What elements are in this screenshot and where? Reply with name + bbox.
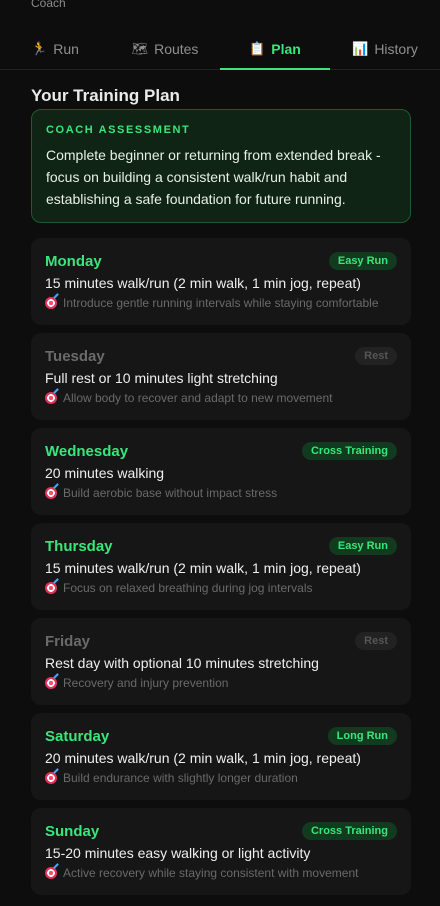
target-icon [45,772,57,784]
day-name: Saturday [45,727,110,745]
day-name: Thursday [45,537,113,555]
day-card-monday: Monday Easy Run 15 minutes walk/run (2 m… [31,238,411,325]
tab-run[interactable]: 🏃 Run [0,28,110,69]
assessment-label: COACH ASSESSMENT [46,124,191,136]
tab-bar: 🏃 Run 🗺 Routes 📋 Plan 📊 History [0,28,440,70]
workout-description: 15 minutes walk/run (2 min walk, 1 min j… [45,275,361,291]
day-name: Tuesday [45,347,105,365]
target-icon [45,297,57,309]
workout-type-badge: Cross Training [301,442,397,460]
assessment-text: Complete beginner or returning from exte… [46,147,381,207]
tab-history[interactable]: 📊 History [330,28,440,69]
tab-run-label: Run [53,40,79,57]
day-card-tuesday: Tuesday Rest Full rest or 10 minutes lig… [31,333,411,420]
workout-description: 15-20 minutes easy walking or light acti… [45,845,311,861]
day-card-saturday: Saturday Long Run 20 minutes walk/run (2… [31,713,411,800]
workout-description: 15 minutes walk/run (2 min walk, 1 min j… [45,560,361,576]
workout-type-badge: Long Run [327,727,397,745]
workout-tip: Introduce gentle running intervals while… [63,296,379,310]
workout-description: Rest day with optional 10 minutes stretc… [45,655,319,671]
day-name: Friday [45,632,91,650]
day-card-friday: Friday Rest Rest day with optional 10 mi… [31,618,411,705]
target-icon [45,392,57,404]
tab-history-label: History [374,40,418,57]
day-card-wednesday: Wednesday Cross Training 20 minutes walk… [31,428,411,515]
tab-routes-label: Routes [154,40,199,57]
target-icon [45,867,57,879]
workout-tip: Active recovery while staying consistent… [63,866,359,880]
day-card-sunday: Sunday Cross Training 15-20 minutes easy… [31,808,411,895]
app-subtitle: Coach [31,0,66,10]
workout-tip: Build aerobic base without impact stress [63,486,278,500]
workout-description: 20 minutes walking [45,465,165,481]
workout-type-badge: Rest [355,347,397,365]
page-title: Your Training Plan [31,86,180,105]
target-icon [45,582,57,594]
tab-plan[interactable]: 📋 Plan [220,28,330,70]
day-card-thursday: Thursday Easy Run 15 minutes walk/run (2… [31,523,411,610]
clipboard-icon: 📋 [249,40,266,56]
workout-type-badge: Cross Training [301,822,397,840]
workout-tip: Build endurance with slightly longer dur… [63,771,298,785]
workout-description: 20 minutes walk/run (2 min walk, 1 min j… [45,750,361,766]
coach-assessment-card: COACH ASSESSMENT Complete beginner or re… [31,109,411,223]
tab-plan-label: Plan [271,40,301,57]
day-name: Sunday [45,822,100,840]
tab-routes[interactable]: 🗺 Routes [110,28,220,69]
workout-type-badge: Easy Run [328,537,397,555]
workout-type-badge: Rest [355,632,397,650]
workout-description: Full rest or 10 minutes light stretching [45,370,278,386]
map-icon: 🗺 [131,40,149,56]
target-icon [45,487,57,499]
workout-tip: Focus on relaxed breathing during jog in… [63,581,313,595]
day-name: Wednesday [45,442,129,460]
chart-icon: 📊 [352,40,369,56]
workout-tip: Recovery and injury prevention [63,676,229,690]
runner-icon: 🏃 [31,40,48,56]
workout-type-badge: Easy Run [328,252,397,270]
target-icon [45,677,57,689]
workout-tip: Allow body to recover and adapt to new m… [63,391,333,405]
day-name: Monday [45,252,102,270]
